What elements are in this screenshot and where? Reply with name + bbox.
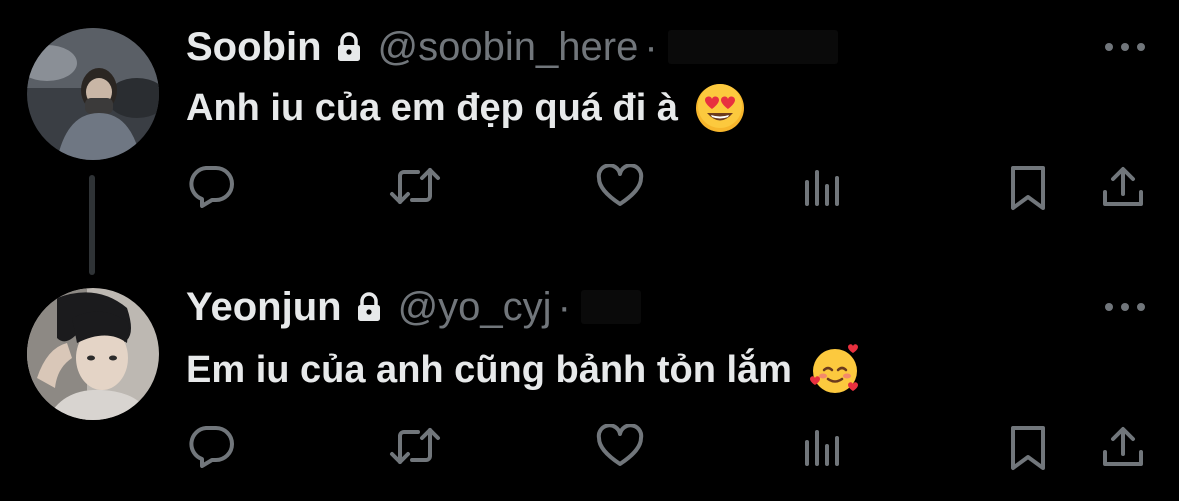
share-icon[interactable] bbox=[1101, 164, 1145, 210]
views-icon[interactable] bbox=[803, 428, 843, 468]
lock-icon bbox=[356, 292, 382, 322]
smiling-face-with-hearts-emoji-icon bbox=[808, 343, 862, 397]
avatar[interactable] bbox=[27, 288, 159, 420]
bookmark-icon[interactable] bbox=[1008, 164, 1048, 212]
tweet-body: Em iu của anh cũng bảnh tỏn lắm bbox=[186, 348, 792, 391]
tweet-header: Yeonjun @yo_cyj · bbox=[186, 282, 641, 332]
user-handle[interactable]: @soobin_here bbox=[378, 25, 639, 70]
tweet-body: Anh iu của em đẹp quá đi à bbox=[186, 86, 678, 129]
like-icon[interactable] bbox=[595, 164, 645, 208]
bookmark-icon[interactable] bbox=[1008, 424, 1048, 472]
views-icon[interactable] bbox=[803, 168, 843, 208]
retweet-icon[interactable] bbox=[388, 164, 442, 208]
reply-icon[interactable] bbox=[186, 422, 236, 468]
heart-eyes-emoji-icon bbox=[694, 82, 746, 134]
display-name[interactable]: Soobin bbox=[186, 25, 322, 70]
lock-icon bbox=[336, 32, 362, 62]
tweet-header: Soobin @soobin_here · bbox=[186, 22, 838, 72]
separator-dot: · bbox=[557, 284, 571, 329]
tweet-soobin[interactable]: Soobin @soobin_here · Anh iu của em đẹp … bbox=[0, 0, 1179, 275]
separator-dot: · bbox=[644, 24, 658, 69]
reply-icon[interactable] bbox=[186, 162, 236, 208]
tweet-text: Anh iu của em đẹp quá đi à bbox=[186, 80, 746, 136]
display-name[interactable]: Yeonjun bbox=[186, 285, 342, 330]
tweet-text: Em iu của anh cũng bảnh tỏn lắm bbox=[186, 342, 862, 398]
tweet-yeonjun[interactable]: Yeonjun @yo_cyj · Em iu của anh cũng bản… bbox=[0, 250, 1179, 501]
redacted-timestamp bbox=[580, 290, 641, 324]
retweet-icon[interactable] bbox=[388, 424, 442, 468]
redacted-timestamp bbox=[667, 30, 838, 64]
like-icon[interactable] bbox=[595, 424, 645, 468]
more-options-button[interactable] bbox=[1105, 303, 1145, 311]
share-icon[interactable] bbox=[1101, 424, 1145, 470]
more-options-button[interactable] bbox=[1105, 43, 1145, 51]
user-handle[interactable]: @yo_cyj bbox=[398, 285, 552, 330]
avatar[interactable] bbox=[27, 28, 159, 160]
tweet-actions bbox=[0, 418, 1179, 478]
tweet-actions bbox=[0, 158, 1179, 218]
